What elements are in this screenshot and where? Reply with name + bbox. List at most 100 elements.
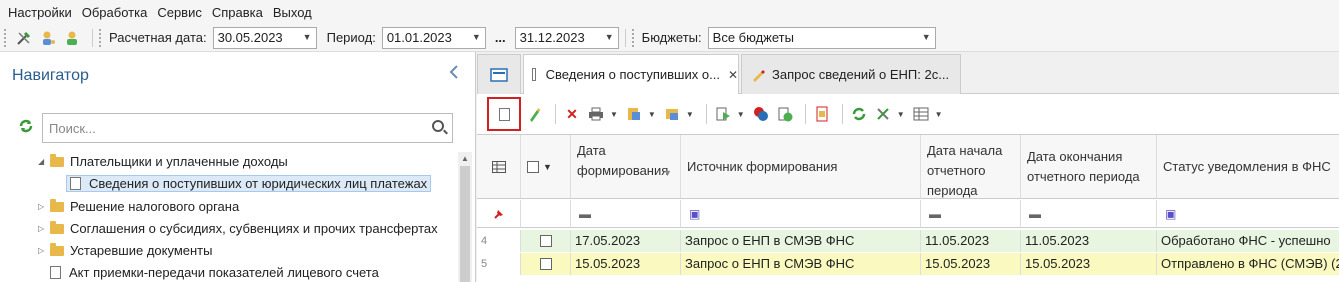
chevron-left-icon[interactable]: [448, 64, 460, 85]
menu-service[interactable]: Сервис: [157, 5, 202, 20]
scrollbar-thumb[interactable]: [460, 166, 470, 282]
navigator-search-input[interactable]: Поиск...: [42, 113, 453, 143]
row-checkbox[interactable]: [539, 258, 552, 270]
chevron-down-icon[interactable]: ▼: [605, 32, 614, 42]
send-icon[interactable]: [713, 104, 733, 124]
tree-item-payments-info[interactable]: Сведения о поступивших от юридических ли…: [66, 175, 432, 192]
column-header-status[interactable]: Статус уведомления в ФНС: [1157, 135, 1339, 199]
period-from-picker[interactable]: 01.01.2023 ▼: [381, 26, 486, 49]
chevron-down-icon[interactable]: ▼: [897, 110, 905, 119]
budgets-select[interactable]: Все бюджеты ▼: [707, 26, 936, 49]
tab-enp-request[interactable]: Запрос сведений о ЕНП: 2с...: [741, 54, 961, 94]
user-key-icon[interactable]: [38, 28, 58, 48]
expand-right-icon[interactable]: ▷: [38, 202, 48, 211]
filter-equals-icon[interactable]: ▬: [579, 207, 591, 221]
chevron-down-icon[interactable]: ▼: [610, 110, 618, 119]
main-toolbar: Расчетная дата: 30.05.2023 ▼ Период: 01.…: [0, 24, 1339, 52]
row-checkbox[interactable]: [539, 235, 552, 247]
refresh-icon[interactable]: [849, 104, 869, 124]
row-checkbox-cell[interactable]: [521, 230, 571, 252]
chevron-down-icon[interactable]: ▼: [935, 110, 943, 119]
row-checkbox-cell[interactable]: [521, 253, 571, 275]
table-row-partial: [477, 276, 1339, 282]
delete-icon[interactable]: ✕: [562, 104, 582, 124]
chevron-down-icon[interactable]: ▼: [737, 110, 745, 119]
filter-equals-icon[interactable]: ▬: [1029, 207, 1041, 221]
column-header-source[interactable]: Источник формирования: [681, 135, 921, 199]
select-all-checkbox[interactable]: [527, 160, 539, 173]
chevron-down-icon[interactable]: ▼: [472, 32, 481, 42]
filter-period-end[interactable]: ▬: [1021, 200, 1157, 228]
toolbar-separator: [841, 104, 843, 124]
scroll-up-icon[interactable]: ▲: [461, 154, 469, 163]
tree-item-agreements[interactable]: ▷ Соглашения о субсидиях, субвенциях и п…: [38, 220, 438, 236]
select-all-header[interactable]: ▼: [521, 135, 571, 199]
tools-icon[interactable]: [14, 28, 34, 48]
column-header-period-start[interactable]: Дата начала отчетного периода: [921, 135, 1021, 199]
close-icon[interactable]: ✕: [728, 68, 738, 82]
report-icon[interactable]: [812, 104, 832, 124]
document-tabs: Сведения о поступивших о... ✕ Запрос све…: [477, 52, 1339, 94]
tree-item-tax-decision[interactable]: ▷ Решение налогового органа: [38, 198, 239, 214]
filter-equals-icon[interactable]: ▬: [929, 207, 941, 221]
refresh-icon[interactable]: [18, 118, 34, 139]
tab-payments-info[interactable]: Сведения о поступивших о... ✕: [523, 54, 739, 94]
column-header-period-end[interactable]: Дата окончания отчетного периода: [1021, 135, 1157, 199]
calc-date-picker[interactable]: 30.05.2023 ▼: [212, 26, 317, 49]
users-icon[interactable]: [62, 28, 82, 48]
filter-source[interactable]: ▣: [681, 200, 921, 228]
filter-status[interactable]: ▣: [1157, 200, 1339, 228]
attach-icon[interactable]: [662, 104, 682, 124]
period-to-picker[interactable]: 31.12.2023 ▼: [514, 26, 619, 49]
tab-home[interactable]: [477, 54, 521, 94]
tree-item-obsolete[interactable]: ▷ Устаревшие документы: [38, 242, 212, 258]
filter-contains-icon[interactable]: ▣: [1165, 207, 1176, 221]
menu-exit[interactable]: Выход: [273, 5, 312, 20]
new-document-button[interactable]: [487, 97, 521, 131]
table-row[interactable]: 5 15.05.2023 Запрос о ЕНП в СМЭВ ФНС 15.…: [477, 253, 1339, 275]
column-chooser[interactable]: [477, 135, 521, 199]
chevron-down-icon[interactable]: ▼: [543, 157, 552, 177]
chevron-down-icon[interactable]: ▼: [303, 32, 312, 42]
settings-tools-icon[interactable]: [873, 104, 893, 124]
sort-icon[interactable]: ▼: [663, 163, 672, 183]
toolbar-grip[interactable]: [99, 28, 103, 47]
chevron-down-icon[interactable]: ▼: [922, 32, 931, 42]
clear-filter-button[interactable]: [477, 200, 521, 228]
export-icon[interactable]: [624, 104, 644, 124]
tree-item-transfer-act[interactable]: Акт приемки-передачи показателей лицевог…: [50, 265, 379, 280]
menu-settings[interactable]: Настройки: [8, 5, 72, 20]
table-settings-icon[interactable]: [911, 104, 931, 124]
expand-right-icon[interactable]: ▷: [38, 224, 48, 233]
toolbar-grip[interactable]: [631, 28, 636, 47]
cell-source: Запрос о ЕНП в СМЭВ ФНС: [681, 253, 921, 275]
print-icon[interactable]: [586, 104, 606, 124]
filter-contains-icon[interactable]: ▣: [689, 207, 700, 221]
edit-icon[interactable]: [525, 104, 545, 124]
expand-right-icon[interactable]: ▷: [38, 246, 48, 255]
table-row[interactable]: 4 17.05.2023 Запрос о ЕНП в СМЭВ ФНС 11.…: [477, 230, 1339, 252]
tab-label: Сведения о поступивших о...: [545, 67, 720, 82]
chevron-down-icon[interactable]: ▼: [648, 110, 656, 119]
filter-date[interactable]: ▬: [571, 200, 681, 228]
tree-item-payers[interactable]: ◢ Плательщики и уплаченные доходы: [38, 153, 288, 169]
cell-date: 17.05.2023: [571, 230, 681, 252]
navigator-scrollbar[interactable]: ▲: [458, 152, 472, 282]
search-icon[interactable]: [432, 120, 444, 132]
menu-processing[interactable]: Обработка: [82, 5, 148, 20]
cell-status: Обработано ФНС - успешно: [1157, 230, 1339, 252]
window-icon: [490, 67, 508, 82]
filter-period-start[interactable]: ▬: [921, 200, 1021, 228]
chevron-down-icon[interactable]: ▼: [686, 110, 694, 119]
info-icon[interactable]: [751, 104, 771, 124]
new-document-icon: [498, 107, 510, 121]
menu-help[interactable]: Справка: [212, 5, 263, 20]
toolbar-grip[interactable]: [4, 28, 8, 47]
column-header-label: Дата формирования: [577, 143, 669, 178]
column-header-label: Дата начала отчетного периода: [927, 143, 1003, 198]
approve-icon[interactable]: [775, 104, 795, 124]
column-header-date[interactable]: Дата формирования ▼: [571, 135, 681, 199]
period-from-value: 01.01.2023: [386, 30, 452, 45]
cell-date: 15.05.2023: [571, 253, 681, 275]
expand-down-icon[interactable]: ◢: [38, 157, 48, 166]
